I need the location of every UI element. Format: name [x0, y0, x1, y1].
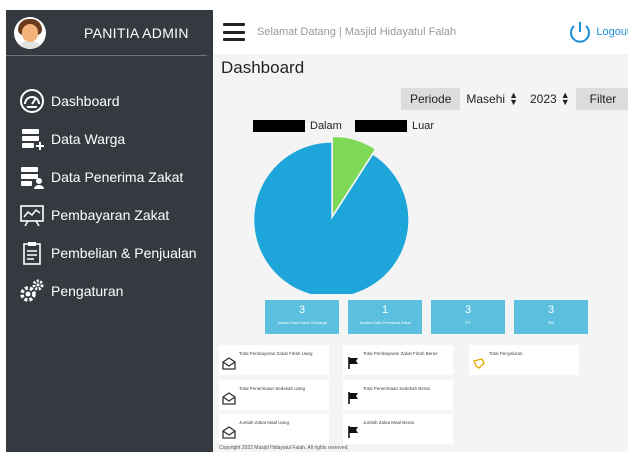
sidebar-item-label: Pembelian & Penjualan — [51, 245, 197, 261]
dashboard-icon — [18, 88, 46, 114]
year-select[interactable]: 2023 ▲ ▼ — [524, 88, 576, 110]
sidebar-header: PANITIA ADMIN — [6, 10, 207, 56]
stats-row: 3 Jumlah Data Kartu Keluarga 1 Jumlah Da… — [265, 300, 588, 334]
gears-icon — [18, 278, 46, 304]
card-label: Jumlah Zakat Maal Uang — [239, 420, 290, 425]
legend-swatch — [253, 120, 305, 132]
summary-card: Total Pembayaran Zakat Fitrah Uang — [219, 345, 329, 375]
legend-item-luar: Luar — [355, 120, 434, 132]
sidebar-menu: Dashboard Data Warga Data Penerima Zakat… — [6, 82, 213, 310]
card-label: Jumlah Zakat Maal Beras — [363, 420, 415, 425]
summary-card: Total Pembayaran Zakat Fitrah Beras — [343, 345, 453, 375]
calendar-value: Masehi — [466, 92, 506, 106]
sidebar-item-label: Pengaturan — [51, 283, 124, 299]
flag-icon — [346, 391, 360, 405]
stat-box: 3 RT — [431, 300, 505, 334]
stat-box: 1 Jumlah Data Penerima Zakat — [348, 300, 422, 334]
stat-box: 3 RW — [514, 300, 588, 334]
filter-button[interactable]: Filter — [575, 88, 628, 110]
logout-label: Logout — [596, 26, 628, 38]
envelope-icon — [222, 356, 236, 370]
footer-copyright: Copyright 2022 Masjid Hidayatul Falah. A… — [219, 445, 349, 451]
sidebar-item-data-penerima-zakat[interactable]: Data Penerima Zakat — [6, 158, 213, 196]
stat-value: 3 — [547, 304, 555, 316]
stat-label: Jumlah Data Penerima Zakat — [359, 320, 411, 325]
sidebar-item-label: Pembayaran Zakat — [51, 207, 170, 223]
database-user-icon — [18, 164, 46, 190]
summary-card: Total Penyaluran — [469, 345, 579, 375]
summary-card: Jumlah Zakat Maal Uang — [219, 414, 329, 444]
legend-swatch — [355, 120, 407, 132]
sidebar-item-data-warga[interactable]: Data Warga — [6, 120, 213, 158]
card-label: Total Penerimaan Sedekah Beras — [363, 386, 431, 391]
spinner-icon: ▲ ▼ — [509, 90, 518, 107]
pie-slice-dalam — [254, 142, 409, 297]
database-add-icon — [18, 126, 46, 152]
stat-label: RT — [465, 320, 471, 325]
summary-card: Total Penerimaan Sedekah Beras — [343, 380, 453, 410]
spinner-icon: ▲ ▼ — [560, 90, 570, 107]
clipboard-icon — [18, 240, 46, 266]
main-content: Dashboard Periode Masehi ▲ ▼ 2023 ▲ ▼ Filt… — [213, 54, 628, 452]
legend-label: Luar — [412, 120, 435, 132]
pie-chart — [253, 134, 413, 297]
page-title: Dashboard — [221, 58, 305, 77]
card-label: Total Pembayaran Zakat Fitrah Uang — [239, 351, 313, 356]
summary-card: Jumlah Zakat Maal Beras — [343, 414, 453, 444]
power-icon — [570, 22, 591, 43]
stat-value: 1 — [381, 304, 389, 316]
stat-value: 3 — [464, 304, 472, 316]
stat-label: RW — [547, 320, 555, 325]
sidebar-item-dashboard[interactable]: Dashboard — [6, 82, 213, 120]
sidebar-item-label: Data Penerima Zakat — [51, 169, 184, 185]
sidebar: PANITIA ADMIN Dashboard Data Warga Data … — [6, 10, 213, 452]
card-label: Total Penerimaan Sedekah Uang — [239, 386, 306, 391]
card-label: Total Pembayaran Zakat Fitrah Beras — [363, 351, 438, 356]
avatar — [14, 16, 46, 49]
sidebar-item-pengaturan[interactable]: Pengaturan — [6, 272, 213, 310]
logout-button[interactable]: Logout — [567, 19, 628, 45]
sidebar-title: PANITIA ADMIN — [84, 24, 189, 41]
menu-toggle-icon[interactable] — [223, 23, 245, 41]
calendar-select[interactable]: Masehi ▲ ▼ — [460, 88, 524, 110]
period-filter: Periode Masehi ▲ ▼ 2023 ▲ ▼ Filter — [401, 88, 628, 110]
summary-card: Total Penerimaan Sedekah Uang — [219, 380, 329, 410]
flag-icon — [346, 356, 360, 370]
flag-icon — [346, 425, 360, 439]
stat-label: Jumlah Data Kartu Keluarga — [276, 320, 328, 325]
sidebar-item-label: Data Warga — [51, 131, 126, 147]
envelope-icon — [222, 391, 236, 405]
legend-item-dalam: Dalam — [253, 120, 342, 132]
year-value: 2023 — [529, 92, 557, 106]
chart-board-icon — [18, 202, 46, 228]
sidebar-item-pembelian-penjualan[interactable]: Pembelian & Penjualan — [6, 234, 213, 272]
welcome-text: Selamat Datang | Masjid Hidayatul Falah — [257, 26, 457, 38]
legend-label: Dalam — [310, 120, 342, 132]
sidebar-item-label: Dashboard — [51, 93, 120, 109]
card-label: Total Penyaluran — [489, 351, 523, 356]
stat-box: 3 Jumlah Data Kartu Keluarga — [265, 300, 339, 334]
sidebar-item-pembayaran-zakat[interactable]: Pembayaran Zakat — [6, 196, 213, 234]
periode-button[interactable]: Periode — [401, 88, 461, 110]
envelope-icon — [222, 425, 236, 439]
hand-icon — [472, 356, 486, 370]
topbar: Selamat Datang | Masjid Hidayatul Falah … — [213, 10, 628, 54]
stat-value: 3 — [298, 304, 306, 316]
